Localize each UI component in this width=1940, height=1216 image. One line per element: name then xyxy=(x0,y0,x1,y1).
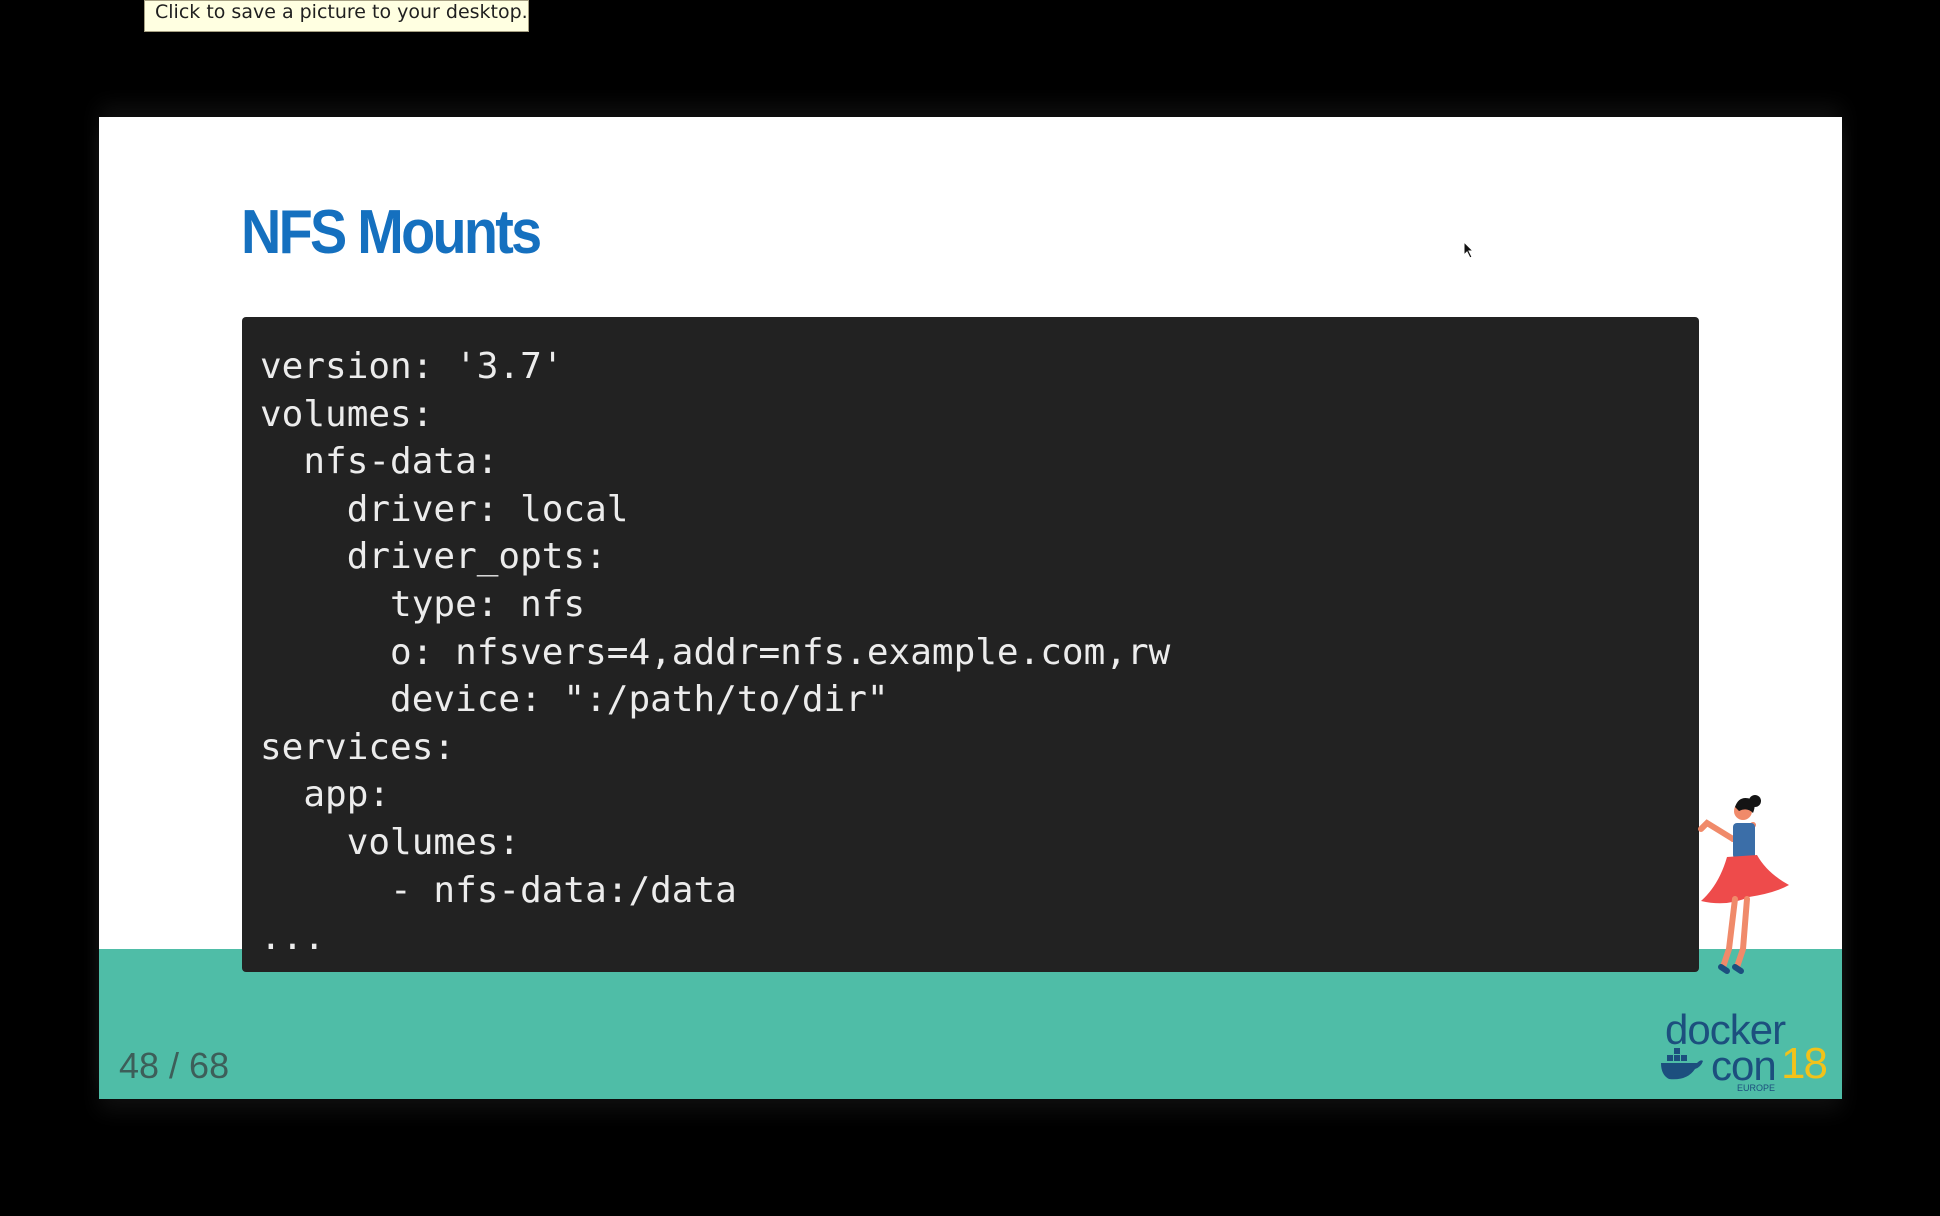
code-block: version: '3.7' volumes: nfs-data: driver… xyxy=(242,317,1699,972)
logo-number: 18 xyxy=(1781,1039,1828,1088)
code-line: - nfs-data:/data xyxy=(260,869,737,911)
mouse-pointer-icon xyxy=(1463,241,1475,259)
code-line: device: ":/path/to/dir" xyxy=(260,679,889,721)
dancer-illustration xyxy=(1698,795,1789,974)
page-number: 48 / 68 xyxy=(119,1045,230,1086)
code-line: volumes: xyxy=(260,393,434,435)
dockercon-logo: docker con 18 EUROPE xyxy=(1659,1007,1834,1093)
code-line: volumes: xyxy=(260,821,521,863)
docker-whale-icon xyxy=(1661,1048,1703,1080)
code-line: version: '3.7' xyxy=(260,346,564,387)
code-line: services: xyxy=(260,726,456,768)
logo-word-con: con xyxy=(1711,1042,1777,1089)
code-line: ... xyxy=(260,917,326,959)
logo-subtitle: EUROPE xyxy=(1737,1083,1776,1093)
code-line: app: xyxy=(260,774,391,816)
code-line: type: nfs xyxy=(260,583,586,625)
code-line: o: nfsvers=4,addr=nfs.example.com,rw xyxy=(260,631,1171,673)
save-picture-tooltip[interactable]: Click to save a picture to your desktop. xyxy=(144,0,529,32)
code-line: driver: local xyxy=(260,488,629,530)
code-line: nfs-data: xyxy=(260,441,499,483)
presentation-slide: NFS Mounts version: '3.7' volumes: nfs-d… xyxy=(99,117,1842,1099)
code-line: driver_opts: xyxy=(260,536,607,578)
slide-title: NFS Mounts xyxy=(241,198,542,267)
